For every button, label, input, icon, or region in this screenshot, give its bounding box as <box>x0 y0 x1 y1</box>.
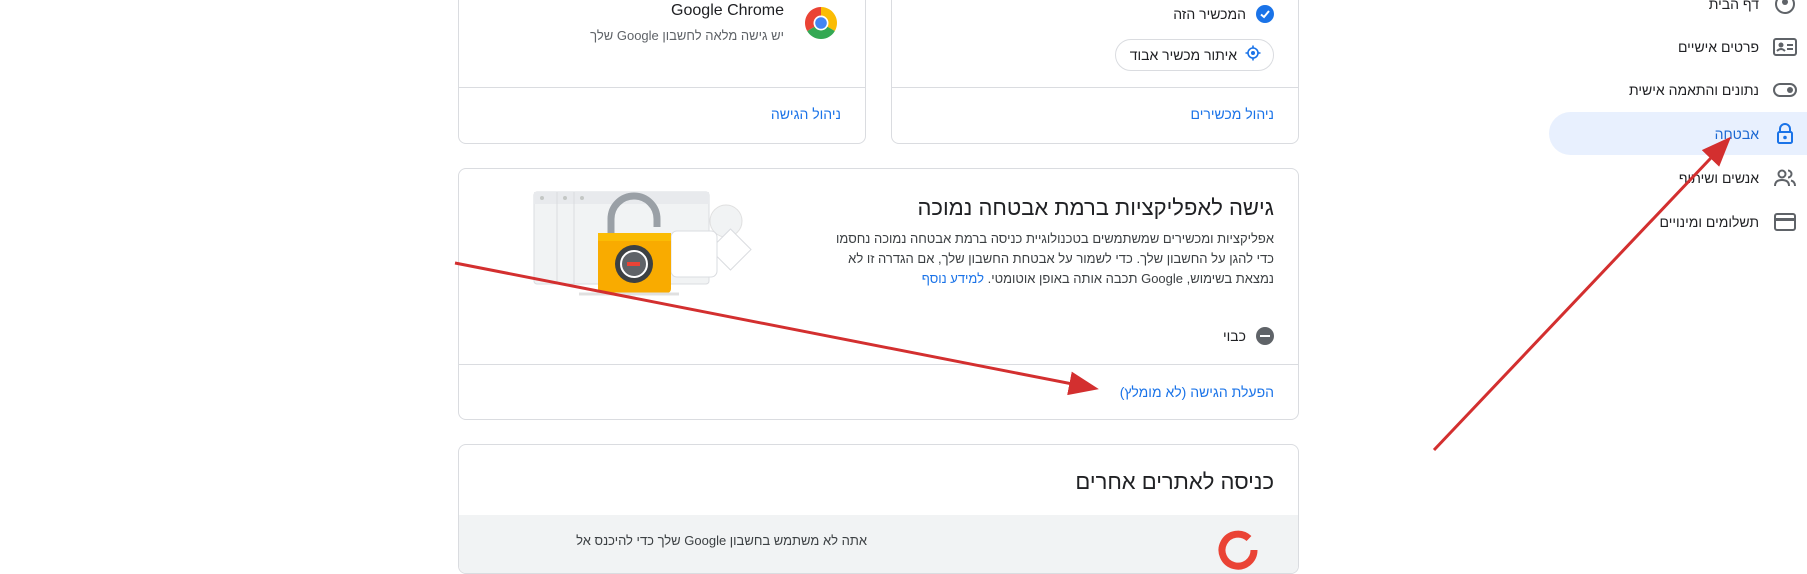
side-navigation: דף הבית פרטים אישיים נתונים והתאמה אישית… <box>1547 0 1807 542</box>
chrome-icon <box>803 5 839 41</box>
description-text: אפליקציות ומכשירים שמשתמשים בטכנולוגיית … <box>836 231 1274 286</box>
home-icon <box>1773 0 1797 16</box>
card-description: אפליקציות ומכשירים שמשתמשים בטכנולוגיית … <box>829 229 1274 289</box>
less-secure-card-divider <box>459 364 1298 365</box>
nav-label: אבטחה <box>1714 125 1759 142</box>
nav-label: אנשים ושיתוף <box>1678 169 1759 186</box>
nav-item-payments[interactable]: תשלומים ומינויים <box>1547 200 1807 243</box>
google-logo-icon <box>1218 530 1258 570</box>
credit-card-icon <box>1773 210 1797 234</box>
other-sites-title: כניסה לאתרים אחרים <box>1075 469 1274 494</box>
lock-icon <box>1773 122 1797 146</box>
nav-label: פרטים אישיים <box>1677 38 1759 55</box>
devices-card: המכשיר הזה איתור מכשיר אבוד ניהול מכשירי… <box>891 0 1299 144</box>
id-card-icon <box>1773 35 1797 59</box>
manage-devices-link[interactable]: ניהול מכשירים <box>1191 106 1275 122</box>
nav-label: נתונים והתאמה אישית <box>1629 81 1759 98</box>
enable-access-link[interactable]: הפעלת הגישה (לא מומלץ) <box>1120 384 1274 400</box>
locate-icon <box>1245 45 1261 66</box>
status-row: כבוי <box>1223 327 1274 345</box>
off-status-icon <box>1256 327 1274 345</box>
nav-item-people-sharing[interactable]: אנשים ושיתוף <box>1547 156 1807 199</box>
app-description: יש גישה מלאה לחשבון Google שלך <box>590 28 784 43</box>
people-icon <box>1773 166 1797 190</box>
toggle-icon <box>1773 78 1797 102</box>
other-sites-card: כניסה לאתרים אחרים אתה לא משתמש בחשבון G… <box>458 444 1299 574</box>
nav-item-personal-info[interactable]: פרטים אישיים <box>1547 25 1807 68</box>
third-party-access-card: Google Chrome יש גישה מלאה לחשבון Google… <box>458 0 866 144</box>
nav-item-home[interactable]: דף הבית <box>1547 0 1807 25</box>
nav-label: תשלומים ומינויים <box>1659 213 1760 230</box>
devices-card-divider <box>892 87 1298 88</box>
other-sites-row: אתה לא משתמש בחשבון Google שלך כדי להיכנ… <box>459 515 1298 573</box>
this-device-label: המכשיר הזה <box>1173 6 1246 22</box>
find-device-label: איתור מכשיר אבוד <box>1129 47 1237 63</box>
other-sites-row-text: אתה לא משתמש בחשבון Google שלך כדי להיכנ… <box>576 533 867 548</box>
find-device-button[interactable]: איתור מכשיר אבוד <box>1114 39 1274 71</box>
nav-label: דף הבית <box>1708 0 1759 12</box>
card-title: גישה לאפליקציות ברמת אבטחה נמוכה <box>917 195 1274 220</box>
padlock-illustration <box>519 187 789 302</box>
checkmark-icon <box>1256 5 1274 23</box>
app-name: Google Chrome <box>671 2 784 19</box>
less-secure-apps-card: גישה לאפליקציות ברמת אבטחה נמוכה אפליקצי… <box>458 168 1299 420</box>
nav-item-security[interactable]: אבטחה <box>1547 112 1807 155</box>
manage-access-link[interactable]: ניהול הגישה <box>771 106 841 122</box>
status-label: כבוי <box>1223 328 1246 344</box>
apps-card-divider <box>459 87 865 88</box>
nav-item-data-privacy[interactable]: נתונים והתאמה אישית <box>1547 68 1807 111</box>
learn-more-link[interactable]: למידע נוסף <box>922 271 984 286</box>
